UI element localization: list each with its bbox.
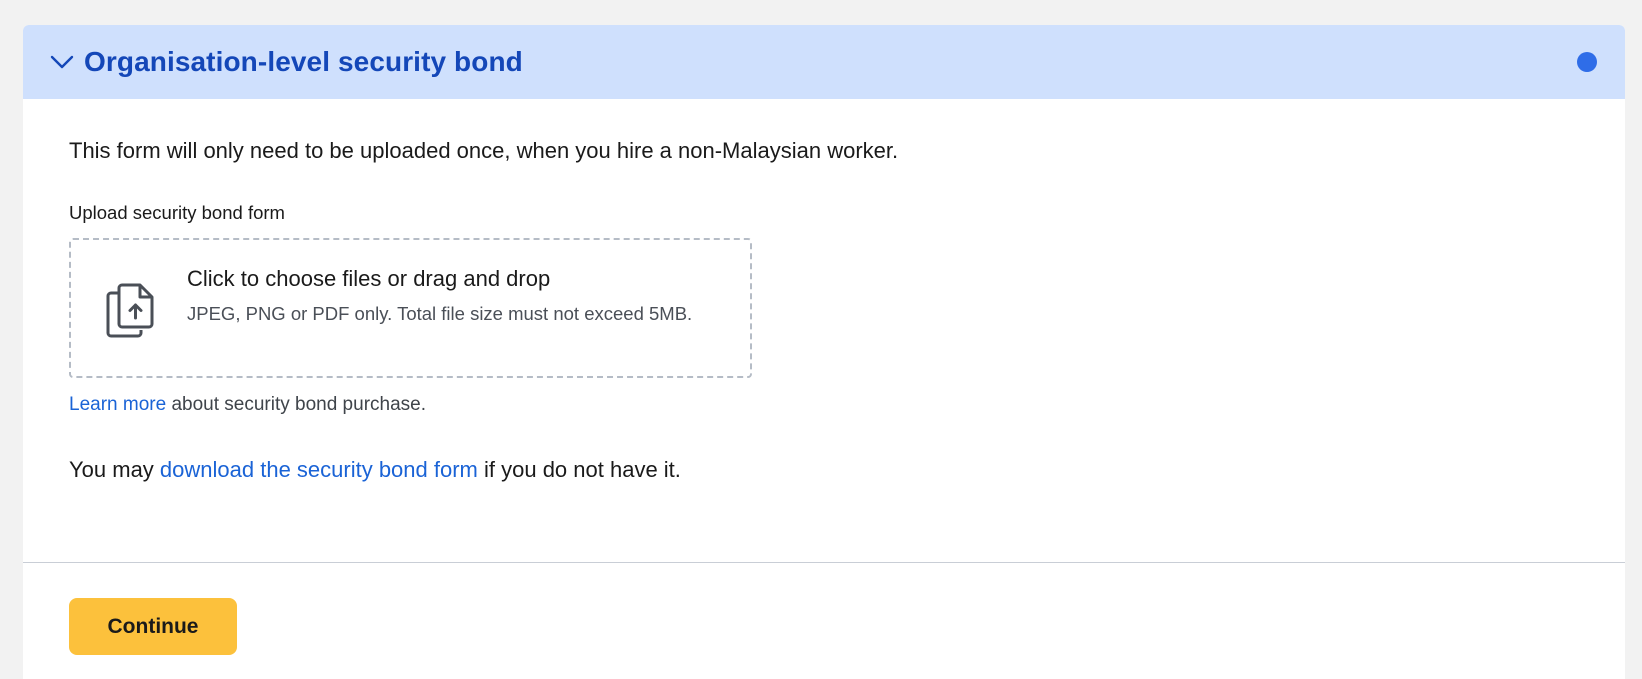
download-line: You may download the security bond form … xyxy=(69,455,1579,485)
security-bond-panel: Organisation-level security bond This fo… xyxy=(23,25,1625,679)
learn-more-suffix: about security bond purchase. xyxy=(166,394,427,415)
accordion-header[interactable]: Organisation-level security bond xyxy=(23,25,1625,99)
learn-more-link[interactable]: Learn more xyxy=(69,394,166,415)
chevron-down-icon xyxy=(49,49,75,75)
divider xyxy=(23,562,1625,563)
learn-more-line: Learn more about security bond purchase. xyxy=(69,392,1579,418)
download-prefix: You may xyxy=(69,457,160,482)
section-body: This form will only need to be uploaded … xyxy=(23,137,1625,485)
file-dropzone[interactable]: Click to choose files or drag and drop J… xyxy=(69,238,752,378)
download-form-link[interactable]: download the security bond form xyxy=(160,457,478,482)
file-upload-icon xyxy=(105,281,159,341)
download-suffix: if you do not have it. xyxy=(477,457,681,482)
upload-label: Upload security bond form xyxy=(69,202,285,223)
intro-text: This form will only need to be uploaded … xyxy=(69,138,899,163)
continue-button[interactable]: Continue xyxy=(69,598,237,655)
dropzone-title: Click to choose files or drag and drop xyxy=(187,266,551,291)
status-dot-icon xyxy=(1577,52,1597,72)
dropzone-hint: JPEG, PNG or PDF only. Total file size m… xyxy=(187,303,693,324)
section-title: Organisation-level security bond xyxy=(84,46,523,77)
dropzone-text: Click to choose files or drag and drop J… xyxy=(187,265,707,328)
